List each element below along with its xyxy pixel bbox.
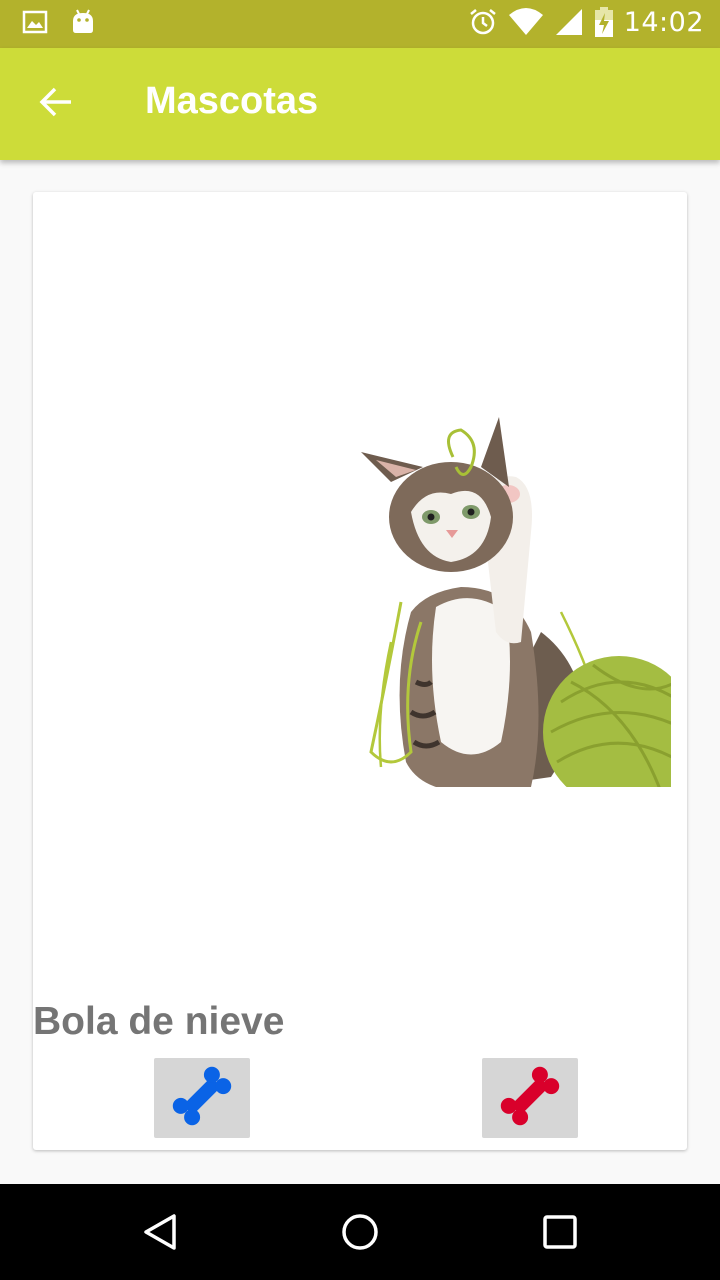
arrow-back-icon [38,84,74,124]
nav-back-icon [140,1212,180,1256]
blue-bone-button[interactable] [154,1058,250,1138]
status-bar: 14:02 [0,0,720,48]
pet-name: Bola de nieve [33,1000,285,1043]
android-icon [70,8,96,36]
back-button[interactable] [28,76,84,132]
red-bone-button[interactable] [482,1058,578,1138]
nav-recents-icon [540,1212,580,1256]
status-time: 14:02 [623,6,704,38]
wifi-icon [508,7,544,37]
navigation-bar [0,1184,720,1280]
nav-home-icon [340,1212,380,1256]
bone-icon [495,1061,565,1135]
alarm-icon [468,7,498,37]
pet-photo [331,382,695,808]
signal-icon [554,7,584,37]
nav-back-button[interactable] [134,1208,186,1260]
app-bar: Mascotas [0,48,720,160]
bone-icon [167,1061,237,1135]
image-icon [22,9,48,35]
nav-home-button[interactable] [334,1208,386,1260]
page-title: Mascotas [145,80,319,122]
nav-recents-button[interactable] [534,1208,586,1260]
pet-card: Bola de nieve [33,192,695,1150]
battery-charging-icon [594,6,614,38]
